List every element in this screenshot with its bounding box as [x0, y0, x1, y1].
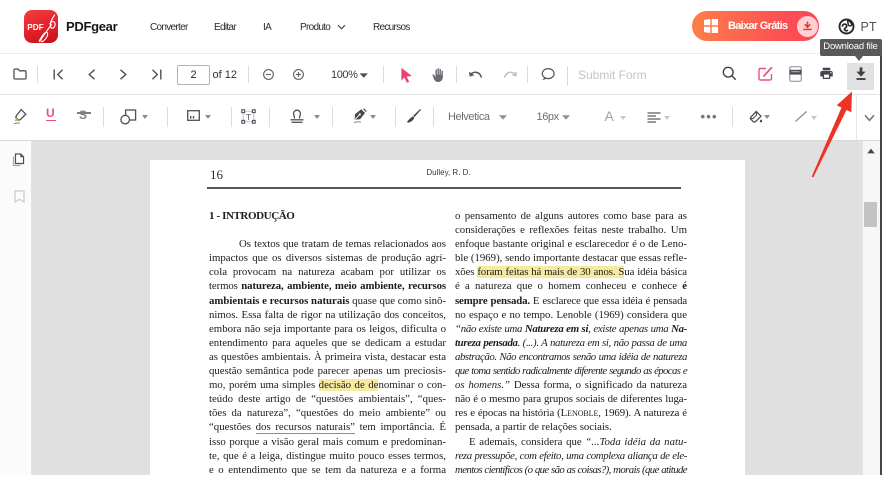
svg-text:T: T [245, 111, 250, 121]
svg-text:PDF: PDF [27, 23, 44, 32]
